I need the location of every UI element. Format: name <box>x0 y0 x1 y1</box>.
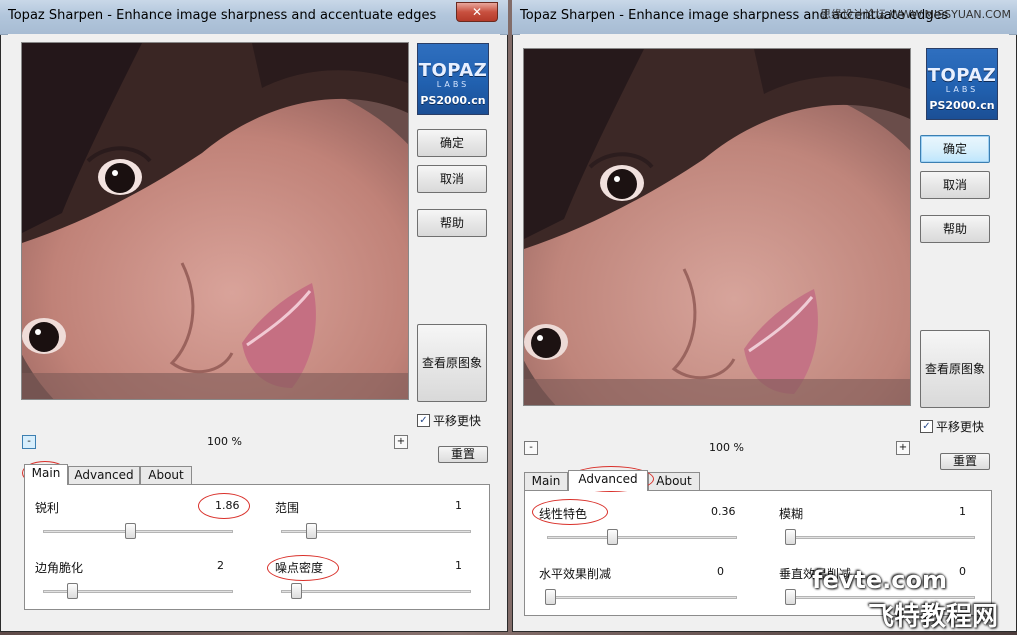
param-value: 1 <box>959 505 966 518</box>
main-tab-panel: 锐利 1.86 范围 1 边角脆化 2 噪点密度 1 <box>24 484 490 610</box>
site-watermark-latin: fevte.com <box>812 566 947 594</box>
close-button[interactable]: ✕ <box>456 2 498 22</box>
zoom-out-button[interactable]: - <box>524 441 538 455</box>
param-label: 噪点密度 <box>275 561 324 575</box>
topaz-labs-logo: TOPAZ LABS PS2000.cn <box>926 48 998 120</box>
slider-track[interactable] <box>547 596 737 599</box>
logo-labs-text: LABS <box>945 85 979 94</box>
cancel-button[interactable]: 取消 <box>920 171 990 199</box>
tab-advanced[interactable]: Advanced <box>568 470 648 491</box>
slider-thumb[interactable] <box>67 583 78 599</box>
image-preview[interactable] <box>523 48 911 406</box>
view-original-button[interactable]: 查看原图象 <box>920 330 990 408</box>
ok-button[interactable]: 确定 <box>417 129 487 157</box>
image-preview[interactable] <box>21 42 409 400</box>
param-label: 范围 <box>275 501 300 515</box>
param-value: 2 <box>217 559 224 572</box>
portrait-photo <box>22 43 408 399</box>
slider-thumb[interactable] <box>607 529 618 545</box>
logo-labs-text: LABS <box>436 80 470 89</box>
param-label: 线性特色 <box>539 507 588 521</box>
tab-main[interactable]: Main <box>24 464 68 485</box>
cancel-button[interactable]: 取消 <box>417 165 487 193</box>
slider-track[interactable] <box>785 536 975 539</box>
zoom-in-button[interactable]: + <box>896 441 910 455</box>
param-value: 0 <box>717 565 724 578</box>
title-bar[interactable]: Topaz Sharpen - Enhance image sharpness … <box>512 0 1017 35</box>
logo-topaz-text: TOPAZ <box>418 60 488 81</box>
zoom-level: 100 % <box>207 435 242 448</box>
slider-track[interactable] <box>43 530 233 533</box>
logo-ps-text: PS2000.cn <box>420 94 486 107</box>
checkbox-label: 平移更快 <box>936 420 985 434</box>
param-value: 0 <box>959 565 966 578</box>
faster-pan-checkbox[interactable]: ✓ 平移更快 <box>920 418 984 434</box>
param-label: 锐利 <box>35 501 60 515</box>
checkbox-box[interactable]: ✓ <box>417 414 430 427</box>
dialog-client: TOPAZ LABS PS2000.cn 确定 取消 帮助 查看原图象 ✓ 平移更… <box>520 34 1009 624</box>
param-label: 模糊 <box>779 507 804 521</box>
slider-thumb[interactable] <box>125 523 136 539</box>
reset-button[interactable]: 重置 <box>940 453 990 470</box>
tab-strip: Main Advanced About <box>524 470 994 491</box>
slider-thumb[interactable] <box>785 529 796 545</box>
help-button[interactable]: 帮助 <box>920 215 990 243</box>
slider-thumb[interactable] <box>306 523 317 539</box>
tab-advanced[interactable]: Advanced <box>68 466 140 484</box>
watermark-text: 思缘设计论坛 WWW.MISSYUAN.COM <box>820 8 1011 21</box>
site-watermark-chinese: 飞特教程网 <box>868 602 999 632</box>
topaz-labs-logo: TOPAZ LABS PS2000.cn <box>417 43 489 115</box>
checkbox-box[interactable]: ✓ <box>920 420 933 433</box>
tab-about[interactable]: About <box>648 472 700 490</box>
checkbox-label: 平移更快 <box>433 414 482 428</box>
help-button[interactable]: 帮助 <box>417 209 487 237</box>
logo-ps-text: PS2000.cn <box>929 99 995 112</box>
logo-topaz-text: TOPAZ <box>927 65 997 86</box>
slider-thumb[interactable] <box>545 589 556 605</box>
param-label: 水平效果削减 <box>539 567 612 581</box>
tab-main[interactable]: Main <box>524 472 568 490</box>
dialog-main-tab: Topaz Sharpen - Enhance image sharpness … <box>0 0 508 632</box>
portrait-photo <box>524 49 910 405</box>
slider-track[interactable] <box>547 536 737 539</box>
window-title: Topaz Sharpen - Enhance image sharpness … <box>8 8 437 23</box>
dialog-client: TOPAZ LABS PS2000.cn 确定 取消 帮助 查看原图象 ✓ 平移更… <box>8 34 500 624</box>
zoom-out-button[interactable]: - <box>22 435 36 449</box>
slider-thumb[interactable] <box>291 583 302 599</box>
param-value: 1.86 <box>215 499 240 512</box>
param-value: 1 <box>455 559 462 572</box>
tab-strip: Main Advanced About <box>24 464 494 485</box>
view-original-button[interactable]: 查看原图象 <box>417 324 487 402</box>
reset-button[interactable]: 重置 <box>438 446 488 463</box>
dialog-advanced-tab: Topaz Sharpen - Enhance image sharpness … <box>512 0 1017 632</box>
slider-thumb[interactable] <box>785 589 796 605</box>
slider-track[interactable] <box>281 590 471 593</box>
param-value: 1 <box>455 499 462 512</box>
faster-pan-checkbox[interactable]: ✓ 平移更快 <box>417 412 481 428</box>
zoom-in-button[interactable]: + <box>394 435 408 449</box>
ok-button[interactable]: 确定 <box>920 135 990 163</box>
title-bar[interactable]: Topaz Sharpen - Enhance image sharpness … <box>0 0 508 35</box>
tab-about[interactable]: About <box>140 466 192 484</box>
param-label: 边角脆化 <box>35 561 84 575</box>
param-value: 0.36 <box>711 505 736 518</box>
zoom-level: 100 % <box>709 441 744 454</box>
